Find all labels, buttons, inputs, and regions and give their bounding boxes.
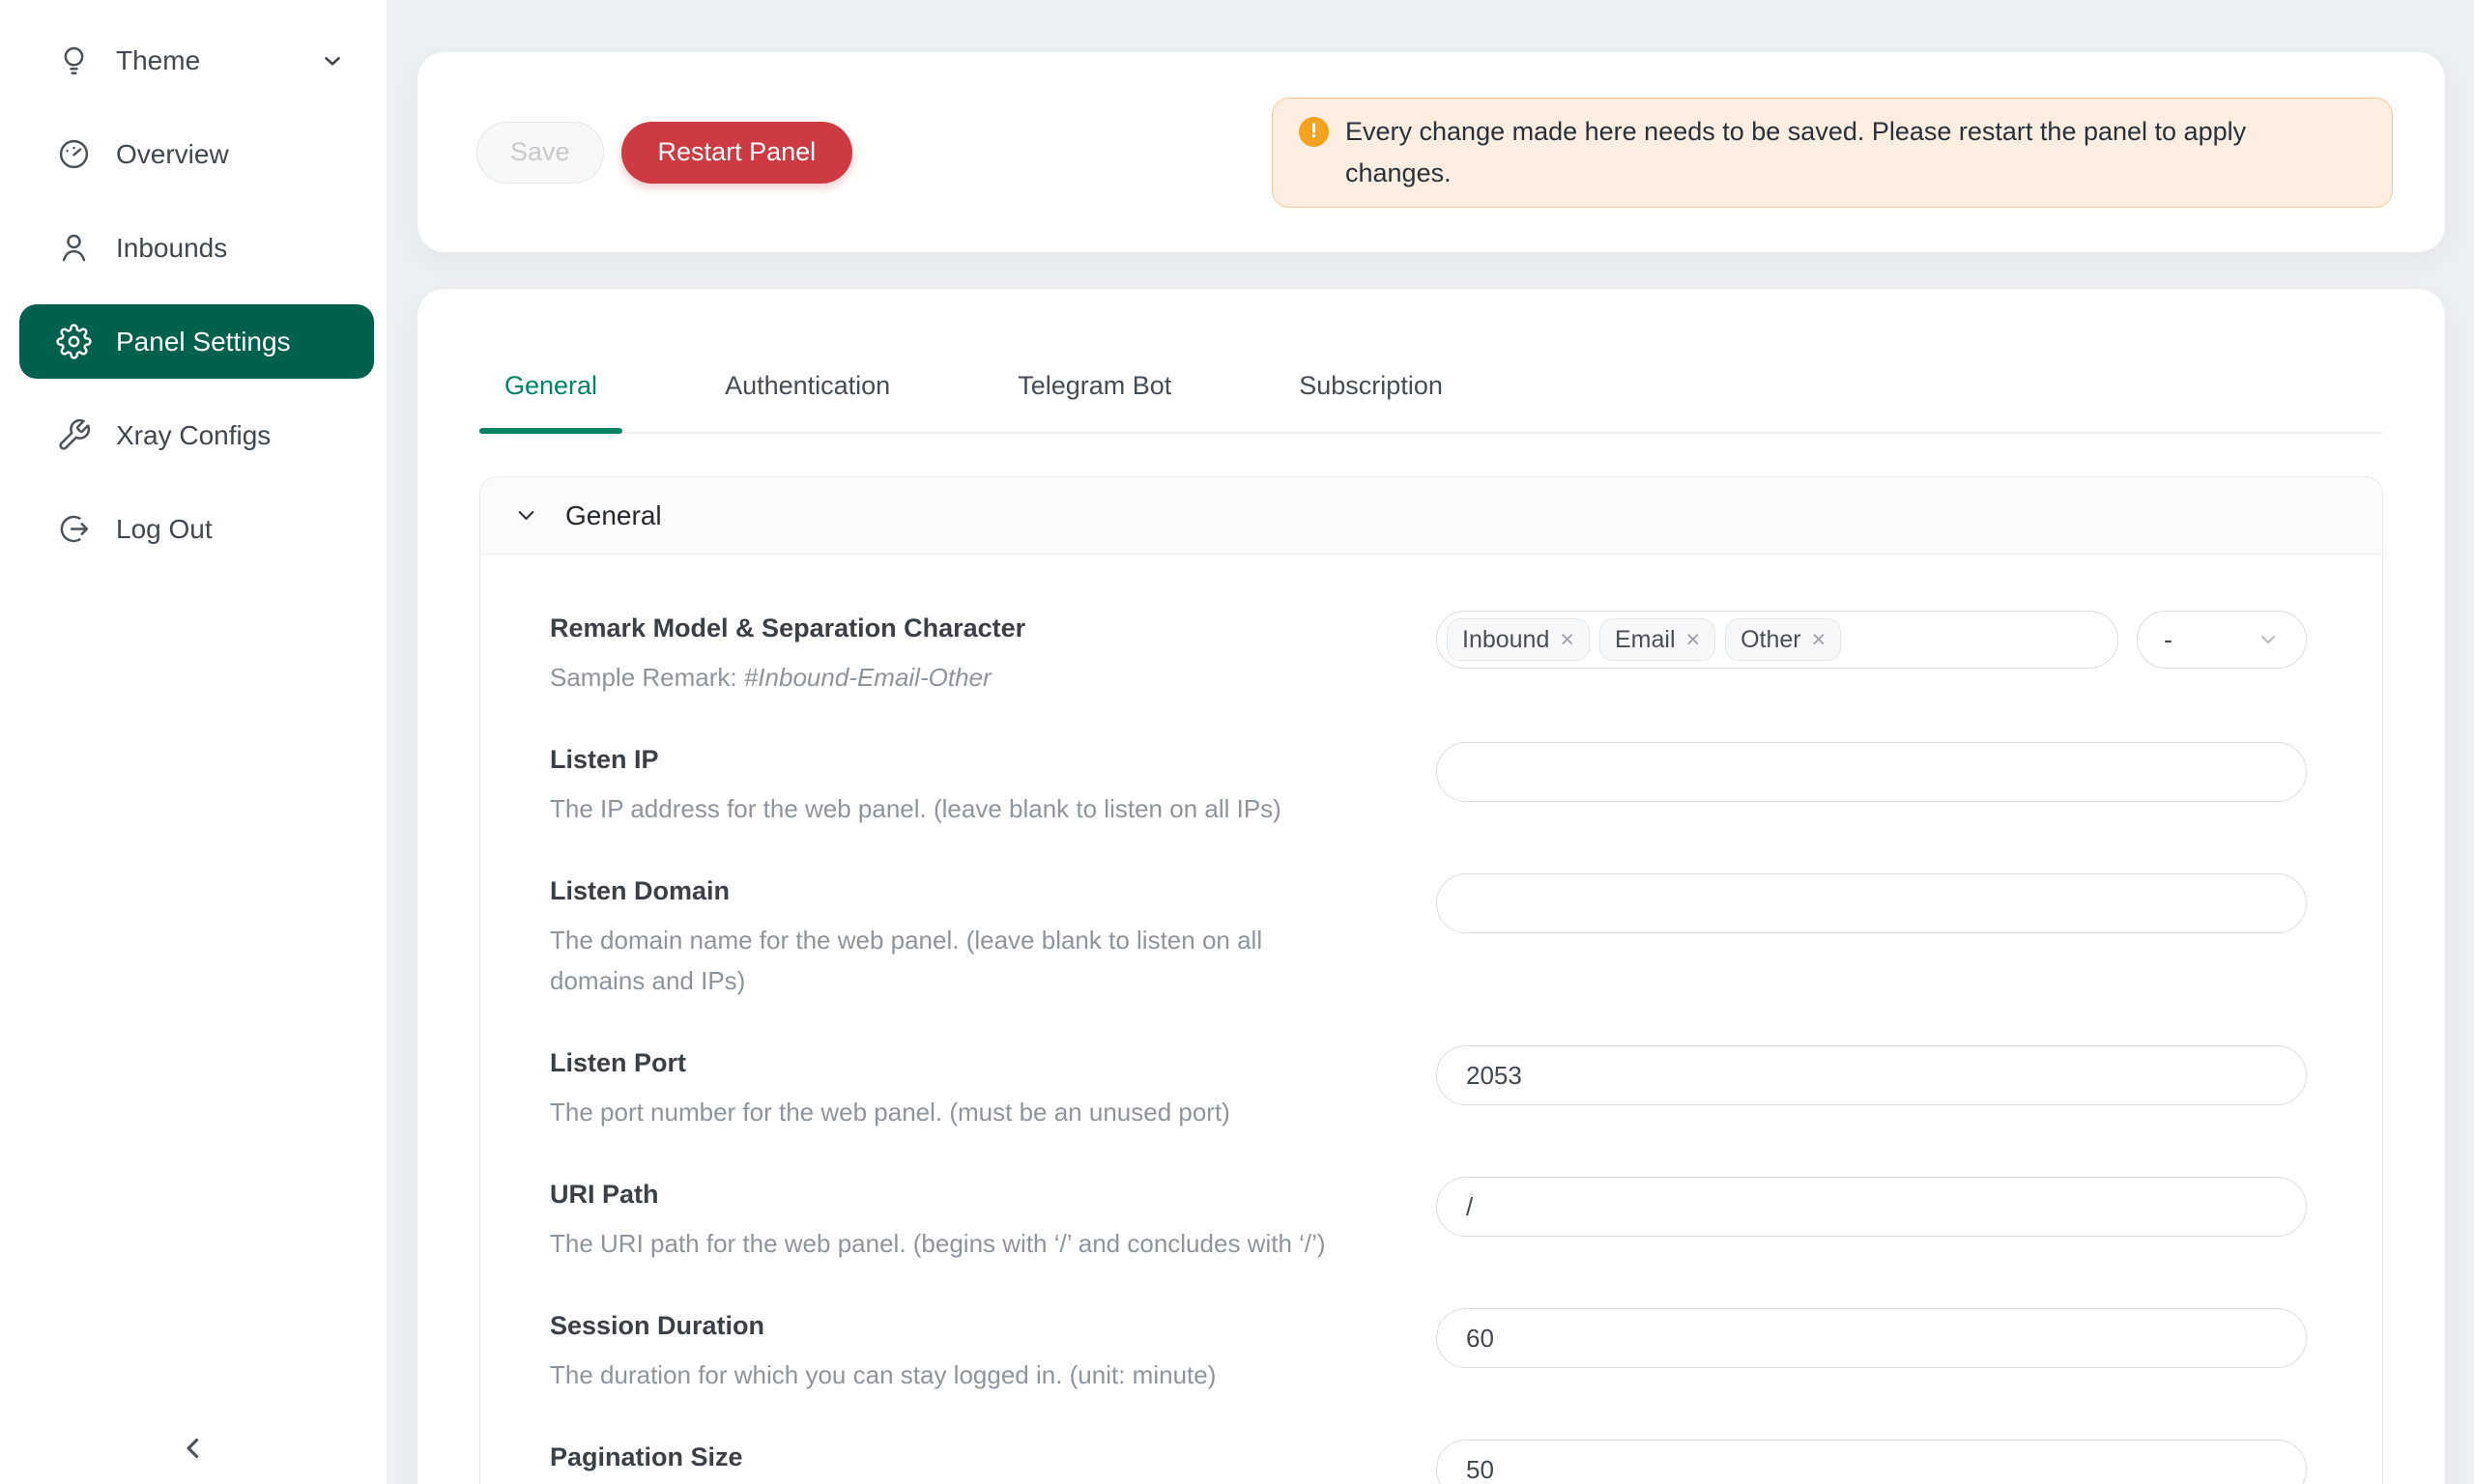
- active-tab-indicator: [479, 428, 622, 434]
- field-description: The domain name for the web panel. (leav…: [550, 920, 1362, 1001]
- settings-tabs: General Authentication Telegram Bot Subs…: [479, 339, 2383, 434]
- field-label: Remark Model & Separation Character: [550, 611, 1362, 645]
- dashboard-icon: [56, 136, 92, 172]
- sidebar-item-theme[interactable]: Theme: [19, 23, 374, 98]
- alert-message: Every change made here needs to be saved…: [1345, 111, 2336, 194]
- wrench-icon: [56, 417, 92, 453]
- tag-other: Other ×: [1725, 618, 1841, 661]
- field-label: Listen IP: [550, 742, 1362, 777]
- sidebar-item-label: Panel Settings: [116, 327, 291, 357]
- main-content: Save Restart Panel ! Every change made h…: [387, 0, 2474, 1484]
- logout-icon: [56, 511, 92, 547]
- listen-ip-input[interactable]: [1436, 742, 2307, 802]
- remove-tag-icon[interactable]: ×: [1560, 628, 1574, 652]
- form-row-listen-port: Listen Port The port number for the web …: [550, 1045, 2307, 1132]
- sample-remark-prefix: Sample Remark:: [550, 663, 744, 692]
- tab-label: Authentication: [725, 371, 890, 401]
- field-label: Listen Domain: [550, 873, 1362, 908]
- sidebar-item-label: Overview: [116, 139, 229, 170]
- save-button[interactable]: Save: [476, 122, 604, 184]
- sidebar-item-overview[interactable]: Overview: [19, 117, 374, 191]
- general-collapse-panel: General Remark Model & Separation Charac…: [479, 476, 2383, 1484]
- form-row-pagination-size: Pagination Size: [550, 1440, 2307, 1484]
- field-label: URI Path: [550, 1177, 1362, 1212]
- tag-label: Other: [1740, 626, 1801, 654]
- uri-path-input[interactable]: [1436, 1177, 2307, 1237]
- tab-label: Subscription: [1299, 371, 1443, 401]
- field-label: Pagination Size: [550, 1440, 1362, 1474]
- remove-tag-icon[interactable]: ×: [1686, 628, 1701, 652]
- field-description: The URI path for the web panel. (begins …: [550, 1223, 1362, 1264]
- sidebar-item-logout[interactable]: Log Out: [19, 492, 374, 566]
- tab-authentication[interactable]: Authentication: [700, 339, 915, 432]
- sidebar-item-inbounds[interactable]: Inbounds: [19, 211, 374, 285]
- general-panel-header[interactable]: General: [480, 477, 2382, 555]
- warning-icon: !: [1299, 117, 1329, 147]
- tag-email: Email ×: [1599, 618, 1715, 661]
- field-description: The IP address for the web panel. (leave…: [550, 788, 1362, 829]
- restart-warning-alert: ! Every change made here needs to be sav…: [1272, 98, 2393, 208]
- remark-model-multiselect[interactable]: Inbound × Email × Other ×: [1436, 611, 2118, 669]
- chevron-left-icon: [177, 1432, 210, 1465]
- sidebar-item-label: Log Out: [116, 514, 213, 545]
- sidebar-item-label: Inbounds: [116, 233, 227, 264]
- separator-select[interactable]: -: [2137, 611, 2307, 669]
- pagination-size-input[interactable]: [1436, 1440, 2307, 1484]
- general-panel-body: Remark Model & Separation Character Samp…: [480, 555, 2382, 1484]
- chevron-down-icon: [2257, 628, 2280, 651]
- sidebar-item-xray-configs[interactable]: Xray Configs: [19, 398, 374, 472]
- panel-title: General: [565, 500, 662, 531]
- session-duration-input[interactable]: [1436, 1308, 2307, 1368]
- form-row-session-duration: Session Duration The duration for which …: [550, 1308, 2307, 1395]
- tab-telegram-bot[interactable]: Telegram Bot: [992, 339, 1196, 432]
- field-label: Session Duration: [550, 1308, 1362, 1343]
- field-label: Listen Port: [550, 1045, 1362, 1080]
- sample-remark-value: #Inbound-Email-Other: [744, 663, 992, 692]
- settings-card: General Authentication Telegram Bot Subs…: [417, 289, 2445, 1484]
- sidebar-item-label: Xray Configs: [116, 420, 271, 451]
- sidebar-item-panel-settings[interactable]: Panel Settings: [19, 304, 374, 379]
- chevron-down-icon: [320, 48, 345, 73]
- tag-label: Inbound: [1462, 626, 1549, 654]
- listen-port-input[interactable]: [1436, 1045, 2307, 1105]
- tab-label: General: [504, 371, 597, 401]
- form-row-remark-model: Remark Model & Separation Character Samp…: [550, 611, 2307, 698]
- actions-card: Save Restart Panel ! Every change made h…: [417, 52, 2445, 252]
- form-row-listen-domain: Listen Domain The domain name for the we…: [550, 873, 2307, 1001]
- form-row-uri-path: URI Path The URI path for the web panel.…: [550, 1177, 2307, 1264]
- sidebar-collapse-button[interactable]: [0, 1432, 387, 1465]
- tab-label: Telegram Bot: [1018, 371, 1171, 401]
- chevron-down-icon: [513, 502, 539, 528]
- remove-tag-icon[interactable]: ×: [1812, 628, 1827, 652]
- bulb-icon: [56, 43, 92, 78]
- sidebar: Theme Overview Inbounds Panel Settings X…: [0, 0, 387, 1484]
- listen-domain-input[interactable]: [1436, 873, 2307, 933]
- field-description: The port number for the web panel. (must…: [550, 1092, 1362, 1132]
- tag-label: Email: [1615, 626, 1676, 654]
- field-description: Sample Remark: #Inbound-Email-Other: [550, 657, 1362, 698]
- user-icon: [56, 230, 92, 266]
- tab-general[interactable]: General: [479, 339, 622, 432]
- separator-value: -: [2164, 625, 2172, 655]
- tab-subscription[interactable]: Subscription: [1274, 339, 1468, 432]
- tag-inbound: Inbound ×: [1447, 618, 1590, 661]
- field-description: The duration for which you can stay logg…: [550, 1355, 1362, 1395]
- gear-icon: [56, 324, 92, 359]
- sidebar-item-label: Theme: [116, 45, 200, 76]
- restart-panel-button[interactable]: Restart Panel: [621, 122, 853, 184]
- form-row-listen-ip: Listen IP The IP address for the web pan…: [550, 742, 2307, 829]
